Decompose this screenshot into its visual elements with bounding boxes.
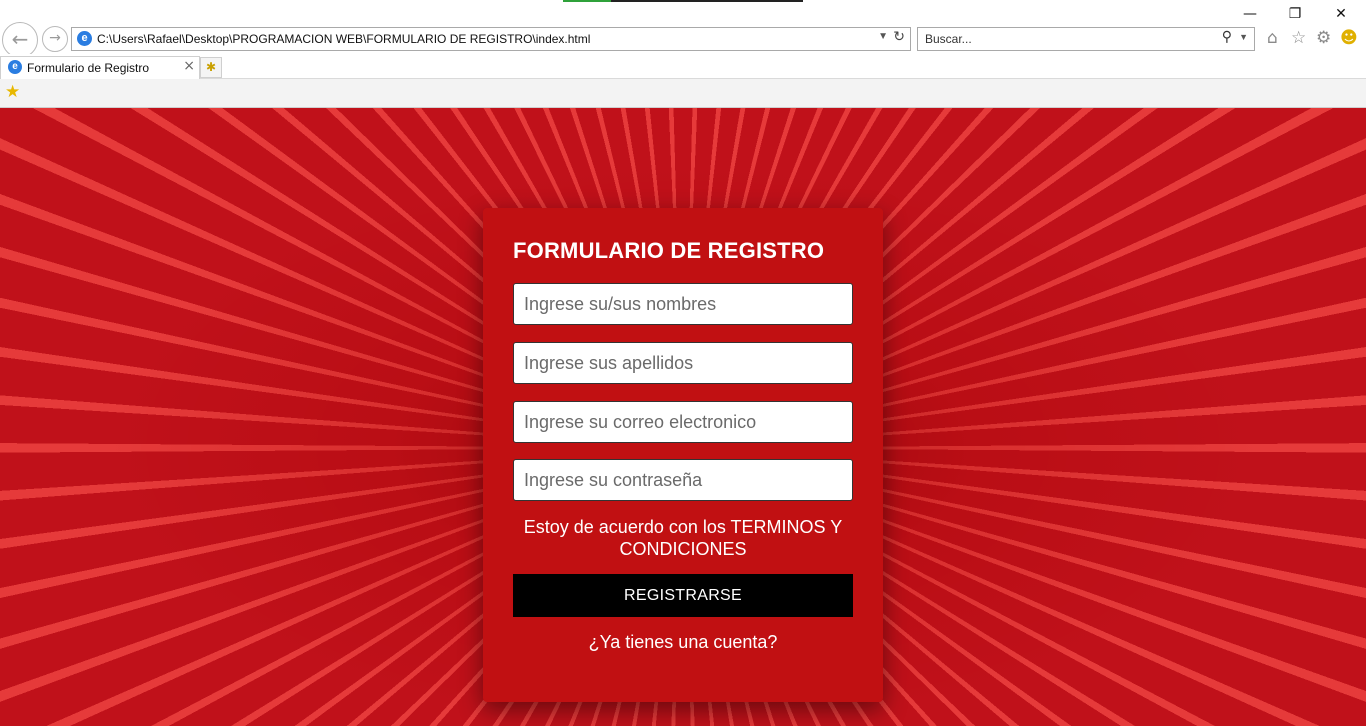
new-tab-icon[interactable]: ✱: [200, 57, 222, 78]
password-field[interactable]: [513, 459, 853, 501]
navigation-bar: ← → e C:\Users\Rafael\Desktop\PROGRAMACI…: [0, 22, 1366, 58]
search-icon[interactable]: ⚲: [1222, 29, 1232, 45]
last-name-field[interactable]: [513, 342, 853, 384]
login-link[interactable]: ¿Ya tienes una cuenta?: [513, 632, 853, 653]
favorites-bar: ★: [0, 79, 1366, 108]
home-icon[interactable]: ⌂: [1267, 28, 1278, 48]
smiley-icon[interactable]: ☻: [1340, 28, 1358, 48]
favorites-star-icon[interactable]: ☆: [1291, 28, 1306, 48]
register-button[interactable]: REGISTRARSE: [513, 574, 853, 617]
address-bar[interactable]: e C:\Users\Rafael\Desktop\PROGRAMACION W…: [71, 27, 911, 51]
ie-logo-icon: e: [8, 60, 22, 74]
loading-bar: [563, 0, 803, 2]
forward-icon[interactable]: →: [42, 26, 68, 52]
restore-icon[interactable]: ❐: [1284, 4, 1306, 24]
terms-text[interactable]: Estoy de acuerdo con los TERMINOS Y COND…: [513, 516, 853, 560]
dropdown-icon[interactable]: ▼: [1239, 32, 1248, 42]
tab-formulario[interactable]: e Formulario de Registro ×: [0, 56, 200, 79]
tab-bar: e Formulario de Registro × ✱: [0, 54, 1366, 79]
minimize-icon[interactable]: —: [1239, 4, 1261, 24]
ie-logo-icon: e: [77, 31, 92, 46]
search-placeholder[interactable]: Buscar...: [925, 32, 972, 46]
dropdown-icon[interactable]: ▼: [878, 31, 888, 42]
refresh-icon[interactable]: ↻: [893, 29, 905, 45]
add-favorite-icon[interactable]: ★: [5, 82, 20, 102]
tab-label[interactable]: Formulario de Registro: [27, 61, 149, 75]
page-background: FORMULARIO DE REGISTRO Estoy de acuerdo …: [0, 108, 1366, 726]
back-icon[interactable]: ←: [2, 22, 38, 58]
close-icon[interactable]: ×: [183, 58, 195, 74]
close-icon[interactable]: ✕: [1330, 4, 1352, 24]
window-title-bar: — ❐ ✕: [0, 0, 1366, 26]
settings-gear-icon[interactable]: ⚙: [1316, 28, 1331, 48]
registration-card: FORMULARIO DE REGISTRO Estoy de acuerdo …: [483, 208, 883, 702]
address-url[interactable]: C:\Users\Rafael\Desktop\PROGRAMACION WEB…: [97, 32, 590, 46]
form-title: FORMULARIO DE REGISTRO: [513, 238, 825, 263]
first-name-field[interactable]: [513, 283, 853, 325]
search-box[interactable]: Buscar... ⚲ ▼: [917, 27, 1255, 51]
email-field[interactable]: [513, 401, 853, 443]
